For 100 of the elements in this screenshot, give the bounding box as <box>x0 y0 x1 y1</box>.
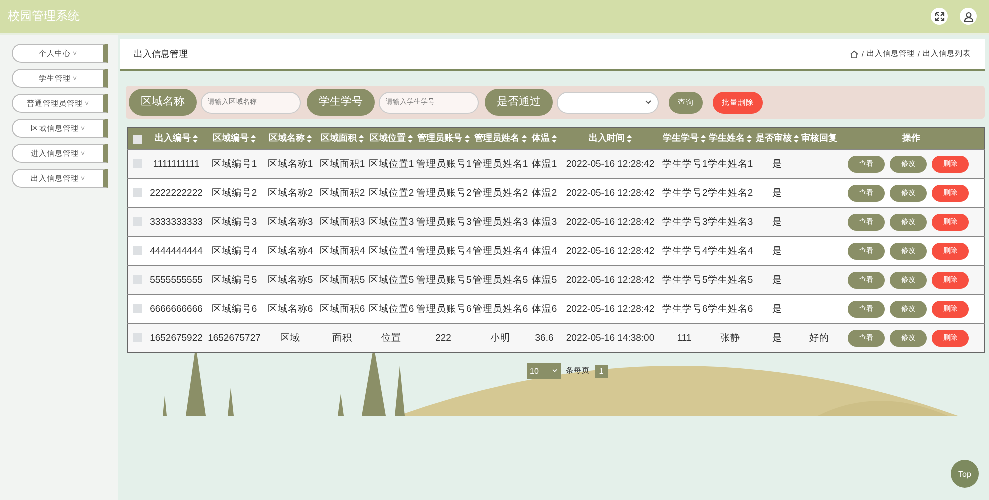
table-cell: 是 <box>772 216 782 228</box>
column-header[interactable]: 审核回复 <box>802 132 838 145</box>
table-cell: 学生姓名4 <box>708 246 754 256</box>
row-checkbox[interactable] <box>132 333 142 342</box>
table-cell: 区域 <box>280 332 300 344</box>
table-cell: 5555555555 <box>150 274 203 286</box>
row-checkbox[interactable] <box>132 275 142 284</box>
filter-label: 是否通过 <box>485 89 553 116</box>
table-cell: 区域位置3 <box>368 216 414 228</box>
back-to-top-button[interactable]: Top <box>951 460 979 488</box>
column-header[interactable]: 出入编号 <box>155 132 191 145</box>
column-header[interactable]: 区域面积 <box>321 132 357 145</box>
table-cell: 管理员账号3 <box>416 216 472 228</box>
table-cell: 管理员姓名2 <box>472 188 528 198</box>
chevron-down-icon <box>552 369 558 373</box>
column-header[interactable]: 区域编号 <box>213 132 249 145</box>
table-cell: 1652675727 <box>208 332 261 344</box>
table-cell: 位置 <box>382 332 402 344</box>
table-cell: 区域名称4 <box>268 246 314 256</box>
column-header[interactable]: 出入时间 <box>589 132 625 145</box>
table-cell: 6666666666 <box>150 304 203 314</box>
table-cell: 区域面积4 <box>320 246 366 256</box>
table-cell: 区域面积3 <box>320 216 366 228</box>
table-cell: 学生学号1 <box>662 158 708 170</box>
table-cell: 区域位置5 <box>368 274 414 286</box>
table-cell: 学生姓名1 <box>708 158 754 170</box>
table-cell: 区域名称3 <box>268 216 314 228</box>
table-cell: 区域位置6 <box>368 304 414 314</box>
sort-icon[interactable] <box>359 134 364 142</box>
sort-icon[interactable] <box>193 134 198 142</box>
row-checkbox[interactable] <box>132 159 142 168</box>
sort-icon[interactable] <box>251 134 256 142</box>
table-cell: 2022-05-16 12:28:42 <box>566 246 655 256</box>
row-checkbox[interactable] <box>132 246 142 256</box>
row-checkbox[interactable] <box>132 304 142 314</box>
table-cell: 管理员账号6 <box>416 304 472 314</box>
table-cell: 3333333333 <box>150 216 203 228</box>
sort-icon[interactable] <box>307 134 312 142</box>
page-size-value: 10 <box>530 366 539 376</box>
table-cell: 2022-05-16 12:28:42 <box>566 304 655 314</box>
table-cell: 是 <box>772 332 782 344</box>
table-cell: 区域面积2 <box>320 188 366 198</box>
table-cell: 36.6 <box>535 332 554 344</box>
dropdown-field[interactable] <box>557 92 659 114</box>
table-cell: 张静 <box>720 332 740 344</box>
fullscreen-icon[interactable] <box>931 8 948 25</box>
select-all-checkbox[interactable] <box>132 134 142 144</box>
table-cell: 1652675922 <box>150 332 203 344</box>
user-icon[interactable] <box>960 8 977 25</box>
table-cell: 区域编号1 <box>212 158 258 170</box>
sort-icon[interactable] <box>627 134 632 142</box>
page-button[interactable]: 1 <box>595 364 608 378</box>
sort-icon[interactable] <box>747 134 752 142</box>
table-cell: 管理员姓名5 <box>472 274 528 286</box>
table-cell: 区域编号6 <box>212 304 258 314</box>
table-cell: 区域位置2 <box>368 188 414 198</box>
sort-icon[interactable] <box>701 134 706 142</box>
table-cell: 2022-05-16 12:28:42 <box>566 274 655 286</box>
column-header[interactable]: 区域名称 <box>269 132 305 145</box>
table-cell: 管理员姓名6 <box>472 304 528 314</box>
table-cell: 111 <box>677 332 692 344</box>
sort-icon[interactable] <box>408 134 413 142</box>
table-cell: 区域编号2 <box>212 188 258 198</box>
table-cell: 是 <box>772 274 782 286</box>
sort-icon[interactable] <box>522 134 526 142</box>
column-header[interactable]: 管理员账号 <box>418 132 462 145</box>
table-cell: 区域位置1 <box>368 158 414 170</box>
sort-icon[interactable] <box>552 134 557 142</box>
table-cell: 区域编号3 <box>212 216 258 228</box>
table-cell: 体温1 <box>532 158 558 170</box>
table-cell: 管理员账号2 <box>416 188 472 198</box>
column-header[interactable]: 操作 <box>902 132 920 145</box>
column-header[interactable]: 管理员姓名 <box>474 132 520 145</box>
table-cell: 222 <box>436 332 452 344</box>
table-cell: 学生姓名6 <box>708 304 754 314</box>
sort-icon[interactable] <box>794 134 799 142</box>
table-cell: 2022-05-16 14:38:00 <box>566 332 655 344</box>
column-header[interactable]: 是否审核 <box>756 132 792 145</box>
table-cell: 区域名称6 <box>268 304 314 314</box>
table-cell: 体温5 <box>532 274 558 286</box>
sort-icon[interactable] <box>464 134 470 142</box>
table-cell: 学生学号4 <box>662 246 708 256</box>
home-icon[interactable] <box>850 50 859 58</box>
table-cell: 区域面积1 <box>320 158 366 170</box>
table-cell: 2022-05-16 12:28:42 <box>566 188 655 198</box>
table-cell: 学生学号5 <box>662 274 708 286</box>
filter-label: 学生学号 <box>307 89 375 116</box>
page-size-select[interactable]: 10 <box>527 363 561 379</box>
table-cell: 是 <box>772 188 782 198</box>
column-header[interactable]: 区域位置 <box>370 132 406 145</box>
table-cell: 区域面积5 <box>320 274 366 286</box>
table-cell: 学生学号3 <box>662 216 708 228</box>
column-header[interactable]: 学生学号 <box>663 132 699 145</box>
row-checkbox[interactable] <box>132 217 142 226</box>
row-checkbox[interactable] <box>132 188 142 198</box>
table-cell: 区域位置4 <box>368 246 414 256</box>
column-header[interactable]: 体温 <box>532 132 550 145</box>
column-header[interactable]: 学生姓名 <box>709 132 745 145</box>
table-cell: 管理员账号4 <box>416 246 472 256</box>
table-cell: 1111111111 <box>153 158 200 170</box>
